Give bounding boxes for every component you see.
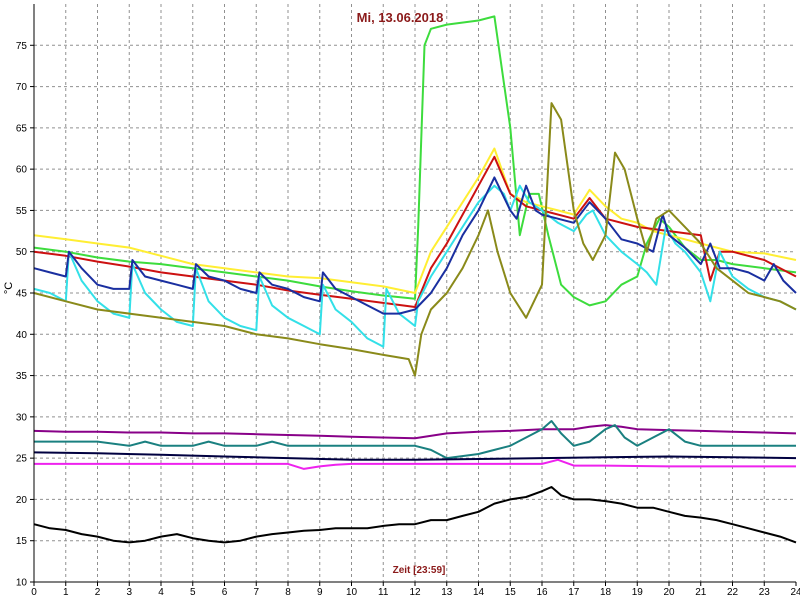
x-tick-label: 7: [253, 587, 259, 598]
x-tick-label: 12: [409, 587, 421, 598]
x-tick-label: 4: [158, 587, 164, 598]
y-tick-label: 70: [16, 82, 28, 93]
y-tick-label: 65: [16, 123, 28, 134]
x-tick-label: 23: [759, 587, 771, 598]
x-tick-label: 15: [505, 587, 517, 598]
y-tick-label: 50: [16, 247, 28, 258]
x-axis-label: Zeit [23:59]: [393, 565, 446, 576]
x-tick-label: 9: [317, 587, 323, 598]
x-tick-label: 21: [695, 587, 707, 598]
y-tick-label: 35: [16, 371, 28, 382]
x-tick-label: 11: [378, 587, 389, 598]
y-tick-label: 20: [16, 495, 28, 506]
y-tick-label: 40: [16, 330, 28, 341]
y-tick-label: 25: [16, 454, 28, 465]
x-tick-label: 1: [63, 587, 69, 598]
x-tick-label: 16: [536, 587, 548, 598]
x-tick-label: 18: [600, 587, 612, 598]
x-tick-label: 14: [473, 587, 485, 598]
x-tick-label: 8: [285, 587, 291, 598]
x-tick-label: 6: [222, 587, 228, 598]
x-tick-label: 10: [346, 587, 358, 598]
x-tick-label: 2: [95, 587, 101, 598]
x-tick-label: 5: [190, 587, 196, 598]
y-axis-label: °C: [3, 282, 15, 294]
x-tick-label: 22: [727, 587, 739, 598]
y-tick-label: 55: [16, 206, 28, 217]
plot-background: [0, 0, 800, 600]
x-tick-label: 3: [126, 587, 132, 598]
x-tick-label: 17: [568, 587, 580, 598]
y-tick-label: 30: [16, 412, 28, 423]
y-tick-label: 75: [16, 41, 28, 52]
temperature-chart: 0 1 2 3 4 5 6 7 8 9 10 11 12 13 14 15 16 17 18 19 20 21 22 23 24…: [0, 0, 800, 600]
chart-title: Mi, 13.06.2018: [357, 10, 444, 25]
x-tick-label: 13: [441, 587, 453, 598]
y-tick-label: 60: [16, 165, 28, 176]
y-tick-label: 45: [16, 289, 28, 300]
x-tick-label: 20: [663, 587, 675, 598]
y-tick-label: 15: [16, 536, 28, 547]
x-tick-label: 19: [632, 587, 644, 598]
x-tick-label: 0: [31, 587, 37, 598]
y-tick-label: 10: [16, 578, 28, 589]
x-tick-label: 24: [790, 587, 800, 598]
